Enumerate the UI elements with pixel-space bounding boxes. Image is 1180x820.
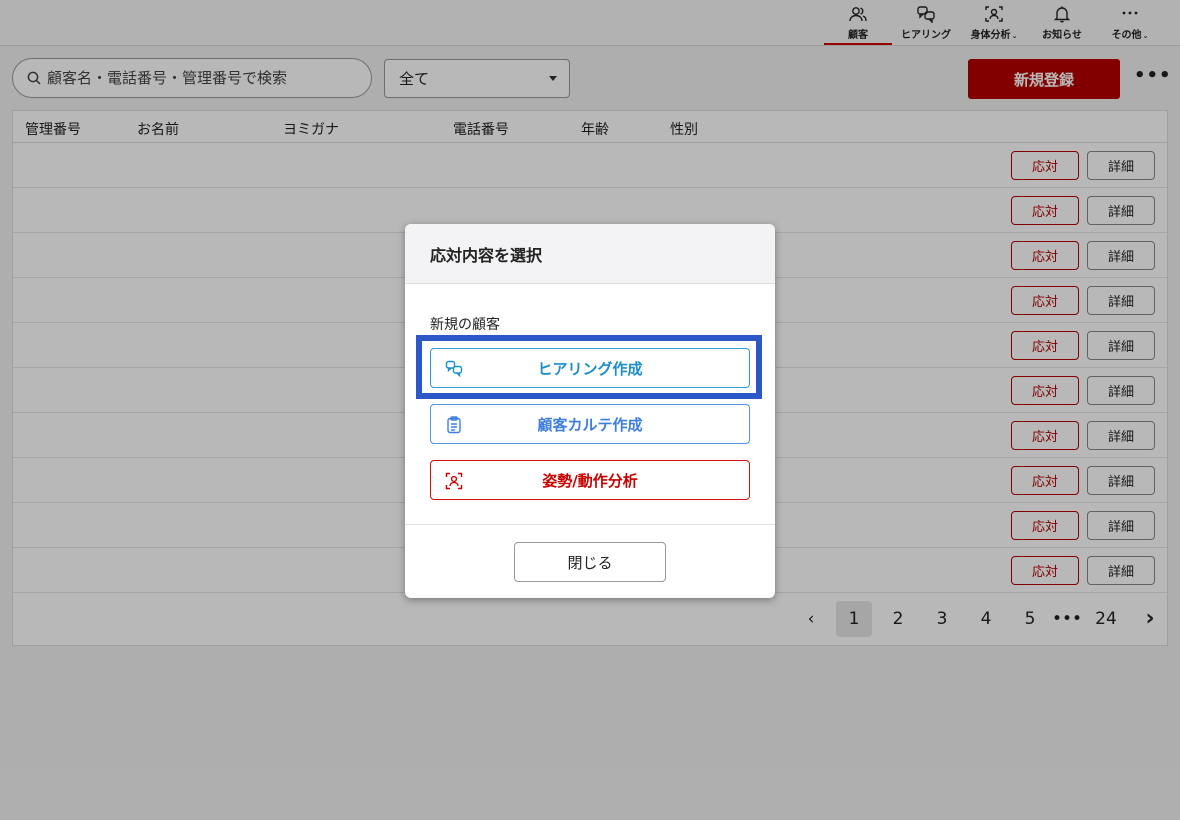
chat-bubbles-icon: [445, 360, 463, 378]
option-label: 顧客カルテ作成: [537, 415, 643, 434]
section-label: 新規の顧客: [430, 317, 500, 333]
create-hearing-button[interactable]: ヒアリング作成: [430, 348, 750, 388]
option-label: ヒアリング作成: [537, 359, 643, 378]
response-type-dialog: 応対内容を選択 新規の顧客 ヒアリング作成 顧客カルテ作成 姿勢/動作分析 閉じ…: [405, 224, 775, 598]
posture-analysis-button[interactable]: 姿勢/動作分析: [430, 460, 750, 500]
create-customer-chart-button[interactable]: 顧客カルテ作成: [430, 404, 750, 444]
dialog-footer: 閉じる: [405, 524, 775, 598]
option-label: 姿勢/動作分析: [542, 471, 638, 490]
dialog-title: 応対内容を選択: [405, 224, 775, 284]
clipboard-icon: [447, 416, 461, 434]
close-button[interactable]: 閉じる: [514, 542, 666, 582]
face-scan-icon: [445, 472, 463, 490]
